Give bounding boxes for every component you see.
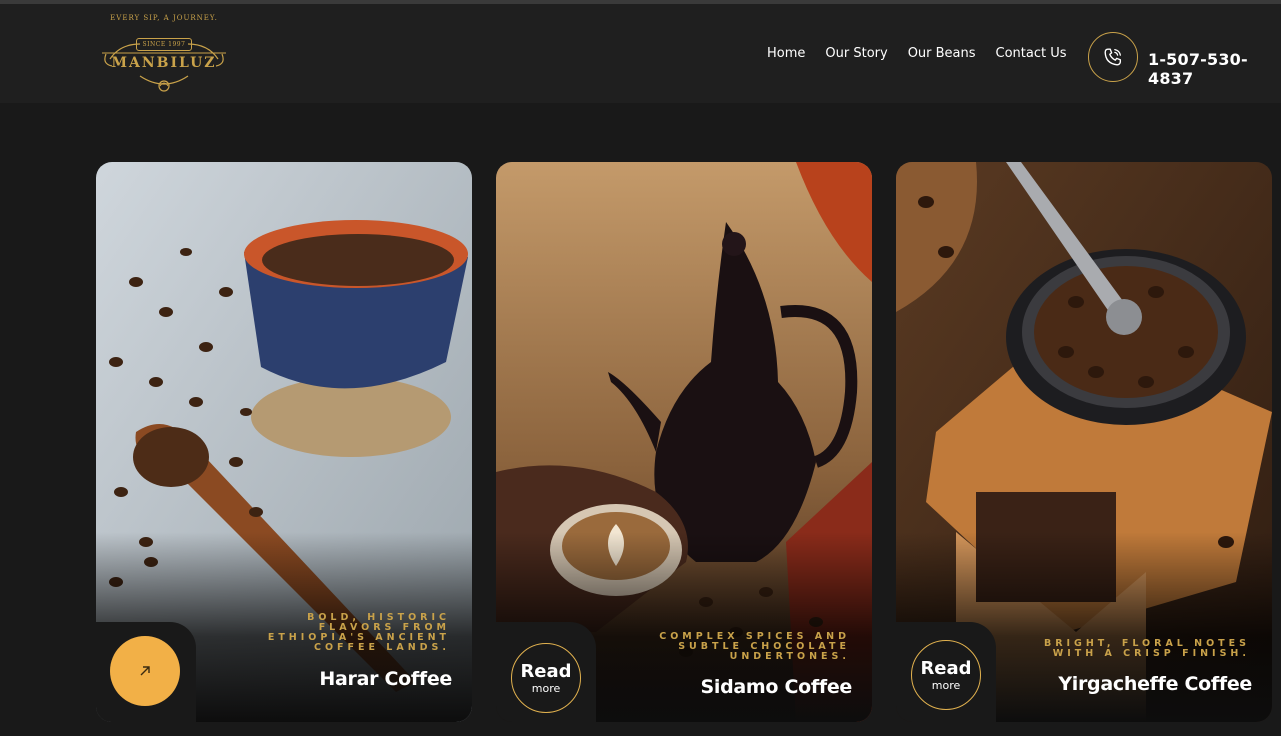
main-nav: Home Our Story Our Beans Contact Us xyxy=(767,46,1067,61)
nav-contact-us[interactable]: Contact Us xyxy=(996,46,1067,61)
card-tagline: Bright, floral notes with a crisp finish… xyxy=(1043,638,1250,659)
nav-our-story[interactable]: Our Story xyxy=(825,46,887,61)
more-label: more xyxy=(931,678,961,692)
phone-number[interactable]: 1-507-530-4837 xyxy=(1148,50,1281,88)
card-title: Sidamo Coffee xyxy=(700,676,853,698)
sidamo-read-more-button[interactable]: Read more xyxy=(511,643,581,713)
card-title: Yirgacheffe Coffee xyxy=(1058,673,1252,695)
nav-our-beans[interactable]: Our Beans xyxy=(908,46,976,61)
card-sidamo-coffee[interactable]: Complex spices and subtle chocolate unde… xyxy=(496,162,872,722)
brand-logo[interactable]: EVERY SIP, A JOURNEY. SINCE 1997 MANBILU… xyxy=(100,14,228,96)
brand-since-badge: SINCE 1997 xyxy=(136,38,192,51)
read-label: Read xyxy=(520,660,572,682)
site-header: EVERY SIP, A JOURNEY. SINCE 1997 MANBILU… xyxy=(0,4,1281,103)
brand-tagline: EVERY SIP, A JOURNEY. xyxy=(110,14,218,22)
brand-name: MANBILUZ xyxy=(111,55,217,71)
yirgacheffe-read-more-button[interactable]: Read more xyxy=(911,640,981,710)
harar-arrow-button[interactable] xyxy=(110,636,180,706)
card-yirgacheffe-coffee[interactable]: Bright, floral notes with a crisp finish… xyxy=(896,162,1272,722)
phone-icon xyxy=(1104,48,1122,66)
card-title: Harar Coffee xyxy=(319,668,452,690)
read-label: Read xyxy=(920,657,972,679)
arrow-up-right-icon xyxy=(140,666,150,676)
nav-home[interactable]: Home xyxy=(767,46,805,61)
more-label: more xyxy=(531,681,561,695)
card-tagline: Complex spices and subtle chocolate unde… xyxy=(659,631,850,662)
phone-button[interactable] xyxy=(1088,32,1138,82)
card-tagline: Bold, historic flavors from Ethiopia's a… xyxy=(267,612,450,653)
